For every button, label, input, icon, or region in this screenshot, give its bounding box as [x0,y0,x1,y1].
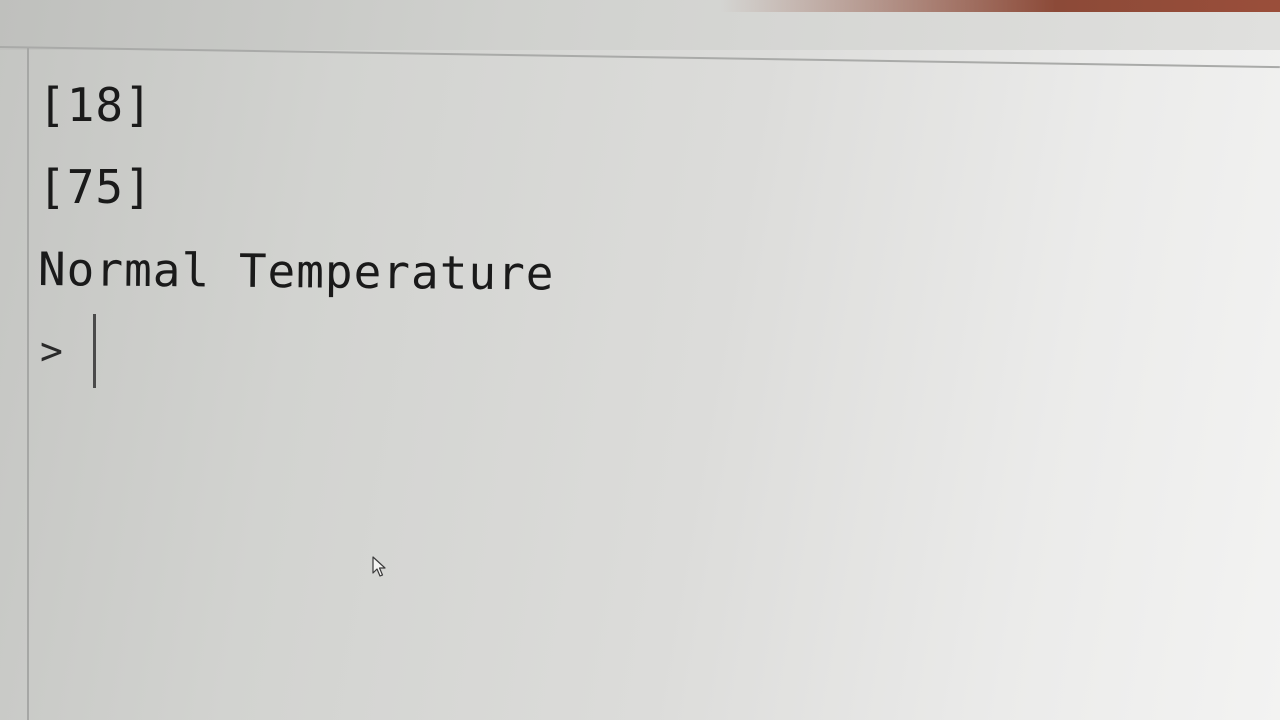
console-output-line: [18] [38,78,153,132]
console-input-line[interactable]: > [38,310,1238,392]
console-output-line: [75] [38,160,153,214]
text-cursor [92,314,96,388]
console-panel[interactable]: [18] [75] Normal Temperature > [38,64,1238,704]
console-output-line: Normal Temperature [37,242,555,301]
window-title-accent [720,0,1280,12]
mouse-pointer-icon [372,556,386,577]
console-prompt: > [40,329,63,373]
console-panel-left-border [27,48,29,720]
